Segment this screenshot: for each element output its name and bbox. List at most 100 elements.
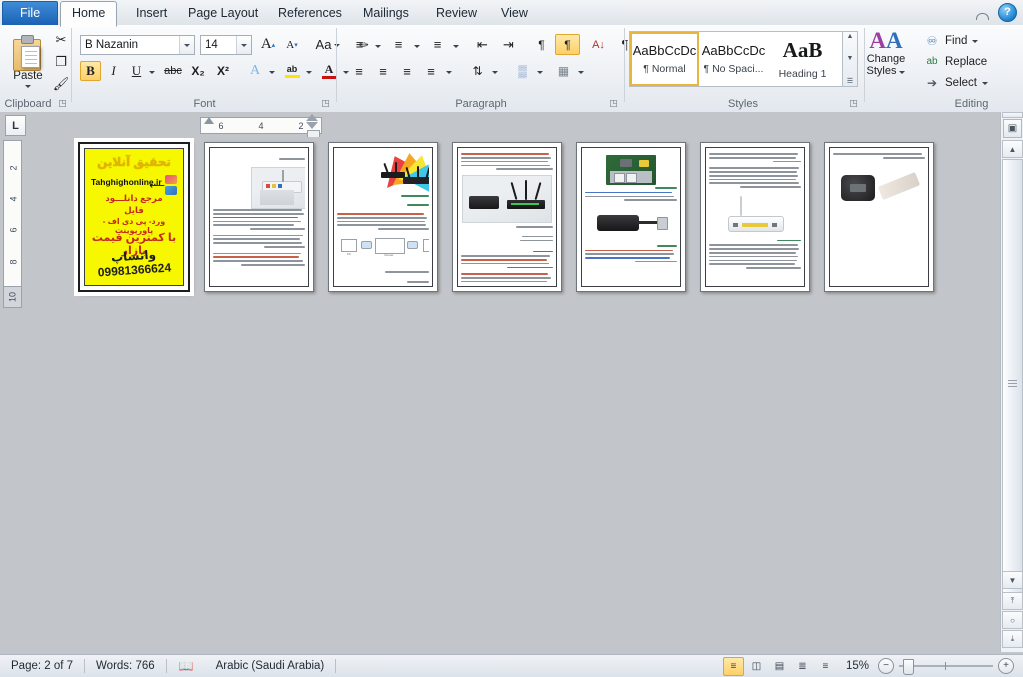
strikethrough-button[interactable]: abc [161, 61, 185, 81]
text-effects-button[interactable]: A [244, 61, 266, 81]
style-normal[interactable]: AaBbCcDc ¶ Normal [630, 32, 699, 86]
bullets-dropdown[interactable] [372, 34, 383, 55]
format-painter-button[interactable]: 🖌 [50, 73, 72, 93]
text-highlight-button[interactable]: ab [281, 61, 303, 81]
numbering-button[interactable]: ≡ [386, 34, 411, 55]
chevron-down-icon[interactable] [236, 36, 251, 54]
first-line-indent-marker[interactable] [204, 117, 214, 124]
tab-home[interactable]: Home [60, 1, 118, 27]
paste-dropdown-caret[interactable] [25, 84, 31, 88]
italic-button[interactable]: I [103, 61, 124, 81]
align-left-button[interactable]: ≡ [347, 61, 371, 81]
zoom-level[interactable]: 15% [846, 660, 873, 672]
multilevel-list-button[interactable]: ≡ [425, 34, 450, 55]
document-canvas[interactable]: تحقیق آنلاین Tahghighonline.ir ⟵ مرجع دا… [25, 137, 1000, 652]
select-button[interactable]: ➔ Select [924, 73, 988, 92]
ltr-text-direction-button[interactable]: ¶ [529, 34, 554, 55]
page-thumbnail-1[interactable]: تحقیق آنلاین Tahghighonline.ir ⟵ مرجع دا… [78, 142, 190, 292]
numbering-dropdown[interactable] [411, 34, 422, 55]
clipboard-dialog-launcher[interactable] [57, 98, 68, 109]
page-indicator[interactable]: Page: 2 of 7 [0, 655, 84, 677]
select-browse-object-icon[interactable]: ▣ [1003, 119, 1022, 138]
zoom-slider[interactable] [899, 659, 993, 675]
cut-button[interactable]: ✂ [50, 29, 72, 49]
bullets-button[interactable]: ≡ [347, 34, 372, 55]
proofing-status[interactable]: 📖 [167, 655, 205, 677]
scroll-up-icon[interactable]: ▲ [847, 33, 854, 40]
zoom-slider-handle[interactable] [903, 659, 914, 675]
increase-indent-button[interactable]: ⇥ [496, 34, 521, 55]
styles-dialog-launcher[interactable] [848, 98, 859, 109]
left-tab-stop-icon[interactable]: L [5, 115, 26, 136]
view-full-screen-reading[interactable]: ◫ [746, 657, 767, 676]
tab-review[interactable]: Review [425, 2, 488, 25]
tab-page-layout[interactable]: Page Layout [177, 2, 269, 25]
vertical-scrollbar[interactable]: ▣ ▲ ▼ ⤒ ○ ⤓ [1000, 112, 1023, 652]
previous-page-button[interactable]: ⤒ [1002, 592, 1023, 610]
highlight-dropdown[interactable] [303, 61, 315, 81]
tab-mailings[interactable]: Mailings [352, 2, 420, 25]
scroll-up-button[interactable]: ▲ [1002, 140, 1023, 158]
zoom-in-icon[interactable]: + [998, 658, 1014, 674]
font-dialog-launcher[interactable] [320, 98, 331, 109]
line-spacing-button[interactable]: ⇅ [465, 61, 490, 81]
justify-dropdown[interactable] [443, 61, 454, 81]
help-icon[interactable]: ? [998, 3, 1017, 22]
styles-more-icon[interactable]: ☰ [847, 77, 853, 85]
shrink-font-button[interactable]: A ▾ [281, 34, 303, 55]
tab-references[interactable]: References [267, 2, 353, 25]
paste-button[interactable]: Paste [6, 29, 50, 91]
tab-insert[interactable]: Insert [125, 2, 178, 25]
sort-button[interactable]: A↓ [586, 34, 611, 55]
underline-dropdown[interactable] [146, 61, 158, 81]
borders-dropdown[interactable] [575, 61, 586, 81]
right-indent-marker[interactable] [306, 114, 320, 139]
style-heading-1[interactable]: AaB Heading 1 [768, 32, 837, 86]
style-no-spacing[interactable]: AaBbCcDc ¶ No Spaci... [699, 32, 768, 86]
page-thumbnail-4[interactable] [452, 142, 562, 292]
borders-button[interactable]: ▦ [551, 61, 576, 81]
next-page-button[interactable]: ⤓ [1002, 630, 1023, 648]
rtl-text-direction-button[interactable]: ¶ [555, 34, 580, 55]
horizontal-ruler[interactable]: L 6 4 2 [0, 112, 1000, 139]
underline-button[interactable]: U [126, 61, 147, 81]
scroll-down-button[interactable]: ▼ [1002, 571, 1023, 589]
copy-button[interactable]: ❐ [50, 51, 72, 71]
align-center-button[interactable]: ≡ [371, 61, 395, 81]
zoom-out-icon[interactable]: − [878, 658, 894, 674]
text-effects-dropdown[interactable] [266, 61, 278, 81]
vertical-ruler[interactable]: 2 4 6 8 [3, 140, 22, 308]
multilevel-dropdown[interactable] [450, 34, 461, 55]
find-button[interactable]: ♾ Find [924, 31, 979, 50]
change-styles-button[interactable]: AA Change Styles [863, 29, 909, 93]
tab-file[interactable]: File [2, 1, 59, 25]
scroll-down-icon[interactable]: ▼ [847, 55, 854, 62]
grow-font-button[interactable]: A ▴ [257, 34, 279, 55]
styles-gallery-scrollbar[interactable]: ▲ ▼ ☰ [843, 31, 858, 87]
decrease-indent-button[interactable]: ⇤ [470, 34, 495, 55]
page-thumbnail-5[interactable] [576, 142, 686, 292]
browse-object-button[interactable]: ○ [1002, 611, 1023, 629]
paragraph-dialog-launcher[interactable] [608, 98, 619, 109]
shading-dropdown[interactable] [534, 61, 545, 81]
tab-view[interactable]: View [490, 2, 539, 25]
view-draft[interactable]: ≡ [815, 657, 836, 676]
view-print-layout[interactable]: ≡ [722, 656, 744, 676]
scrollbar-thumb[interactable] [1002, 159, 1023, 607]
shading-button[interactable]: ▒ [510, 61, 535, 81]
page-thumbnail-7[interactable] [824, 142, 934, 292]
subscript-button[interactable]: X₂ [186, 61, 210, 81]
replace-button[interactable]: ab Replace [924, 52, 987, 71]
word-count[interactable]: Words: 766 [85, 655, 166, 677]
justify-button[interactable]: ≡ [419, 61, 443, 81]
font-size-combobox[interactable]: 14 [200, 35, 252, 55]
page-thumbnail-6[interactable] [700, 142, 810, 292]
page-thumbnail-3[interactable]: PC Router PC [328, 142, 438, 292]
view-outline[interactable]: ≣ [792, 657, 813, 676]
minimize-ribbon-icon[interactable] [974, 5, 989, 20]
page-thumbnail-2[interactable] [204, 142, 314, 292]
bold-button[interactable]: B [80, 61, 101, 81]
line-spacing-dropdown[interactable] [489, 61, 500, 81]
language-indicator[interactable]: Arabic (Saudi Arabia) [205, 655, 336, 677]
chevron-down-icon[interactable] [179, 36, 194, 54]
